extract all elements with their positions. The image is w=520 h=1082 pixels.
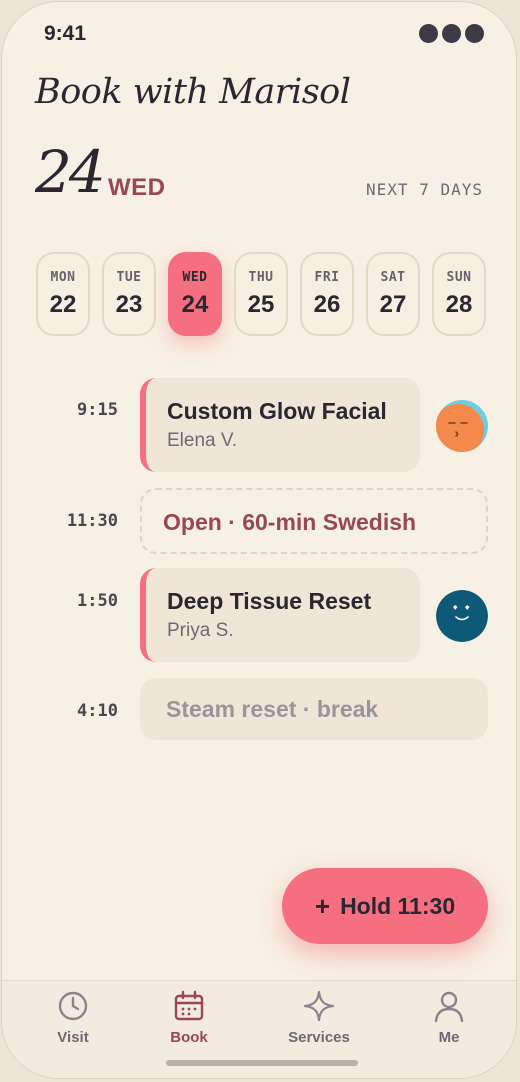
appointment-client: Priya S. [167,620,234,641]
day-pill-date: 28 [445,291,473,318]
slot-time: 4:10 [77,701,118,721]
appointment-service: Custom Glow Facial [167,398,387,424]
clock-icon [58,991,88,1021]
page-title: Book with Marisol [35,72,351,112]
appointment-client: Elena V. [167,430,238,451]
break-slot-label: Steam reset · break [166,696,379,722]
sparkle-icon [303,990,335,1022]
plus-icon: + [314,890,331,921]
day-pill-weekday: MON [50,270,76,285]
day-pill-date: 27 [379,291,407,318]
tab-label: Services [288,1029,350,1046]
home-indicator[interactable] [166,1060,358,1066]
status-dot [442,24,461,43]
selected-day-number: 24 [35,138,106,206]
slot-time: 9:15 [77,400,118,420]
status-dot [465,24,484,43]
day-pill-mon[interactable]: MON 22 [36,252,90,336]
avatar-face-icon [436,400,488,452]
slot-time: 11:30 [66,511,118,531]
day-pill-weekday: WED [182,270,208,285]
tab-book[interactable]: Book [134,989,244,1053]
appointment-card[interactable]: Deep Tissue Reset Priya S. [140,568,420,662]
day-pill-date: 24 [181,291,209,318]
day-pill-date: 25 [247,291,275,318]
status-indicators [419,24,484,43]
day-pill-weekday: TUE [116,270,142,285]
day-pill-sat[interactable]: SAT 27 [366,252,420,336]
appointment-card[interactable]: Custom Glow Facial Elena V. [140,378,420,472]
tab-label: Visit [57,1029,89,1046]
phone-screen: 9:41 Book with Marisol 24 WED NEXT 7 DAY… [1,1,517,1079]
calendar-icon [174,990,204,1021]
appointment-service: Deep Tissue Reset [167,588,372,614]
open-slot[interactable]: Open · 60-min Swedish [140,488,488,554]
selected-weekday: WED [108,174,166,201]
client-avatar[interactable] [436,590,488,642]
break-slot: Steam reset · break [140,678,488,740]
day-pill-date: 22 [49,291,77,318]
day-pill-date: 23 [115,291,143,318]
status-dot [419,24,438,43]
tab-label: Book [170,1029,208,1046]
tab-services[interactable]: Services [264,989,374,1053]
day-pill-weekday: SAT [380,270,406,285]
open-slot-label: Open · 60-min Swedish [163,509,417,535]
client-avatar[interactable] [436,400,488,452]
day-pill-weekday: FRI [314,270,340,285]
tab-me[interactable]: Me [394,989,504,1053]
avatar-face-icon [436,590,488,642]
tab-label: Me [438,1029,460,1046]
day-pill-date: 26 [313,291,341,318]
hold-slot-label: Hold 11:30 [340,892,456,919]
day-pill-wed[interactable]: WED 24 [168,252,222,336]
day-pill-weekday: THU [248,270,274,285]
day-pill-sun[interactable]: SUN 28 [432,252,486,336]
person-icon [434,991,464,1023]
day-pill-tue[interactable]: TUE 23 [102,252,156,336]
day-pill-weekday: SUN [446,270,472,285]
status-time: 9:41 [44,22,87,45]
slot-time: 1:50 [77,591,118,611]
range-label[interactable]: NEXT 7 DAYS [366,180,483,199]
hold-slot-button[interactable]: + Hold 11:30 [282,868,488,944]
day-pill-fri[interactable]: FRI 26 [300,252,354,336]
tab-visit[interactable]: Visit [18,989,128,1053]
day-strip: MON 22 TUE 23 WED 24 THU 25 FRI 26 SAT 2… [36,252,488,338]
day-pill-thu[interactable]: THU 25 [234,252,288,336]
